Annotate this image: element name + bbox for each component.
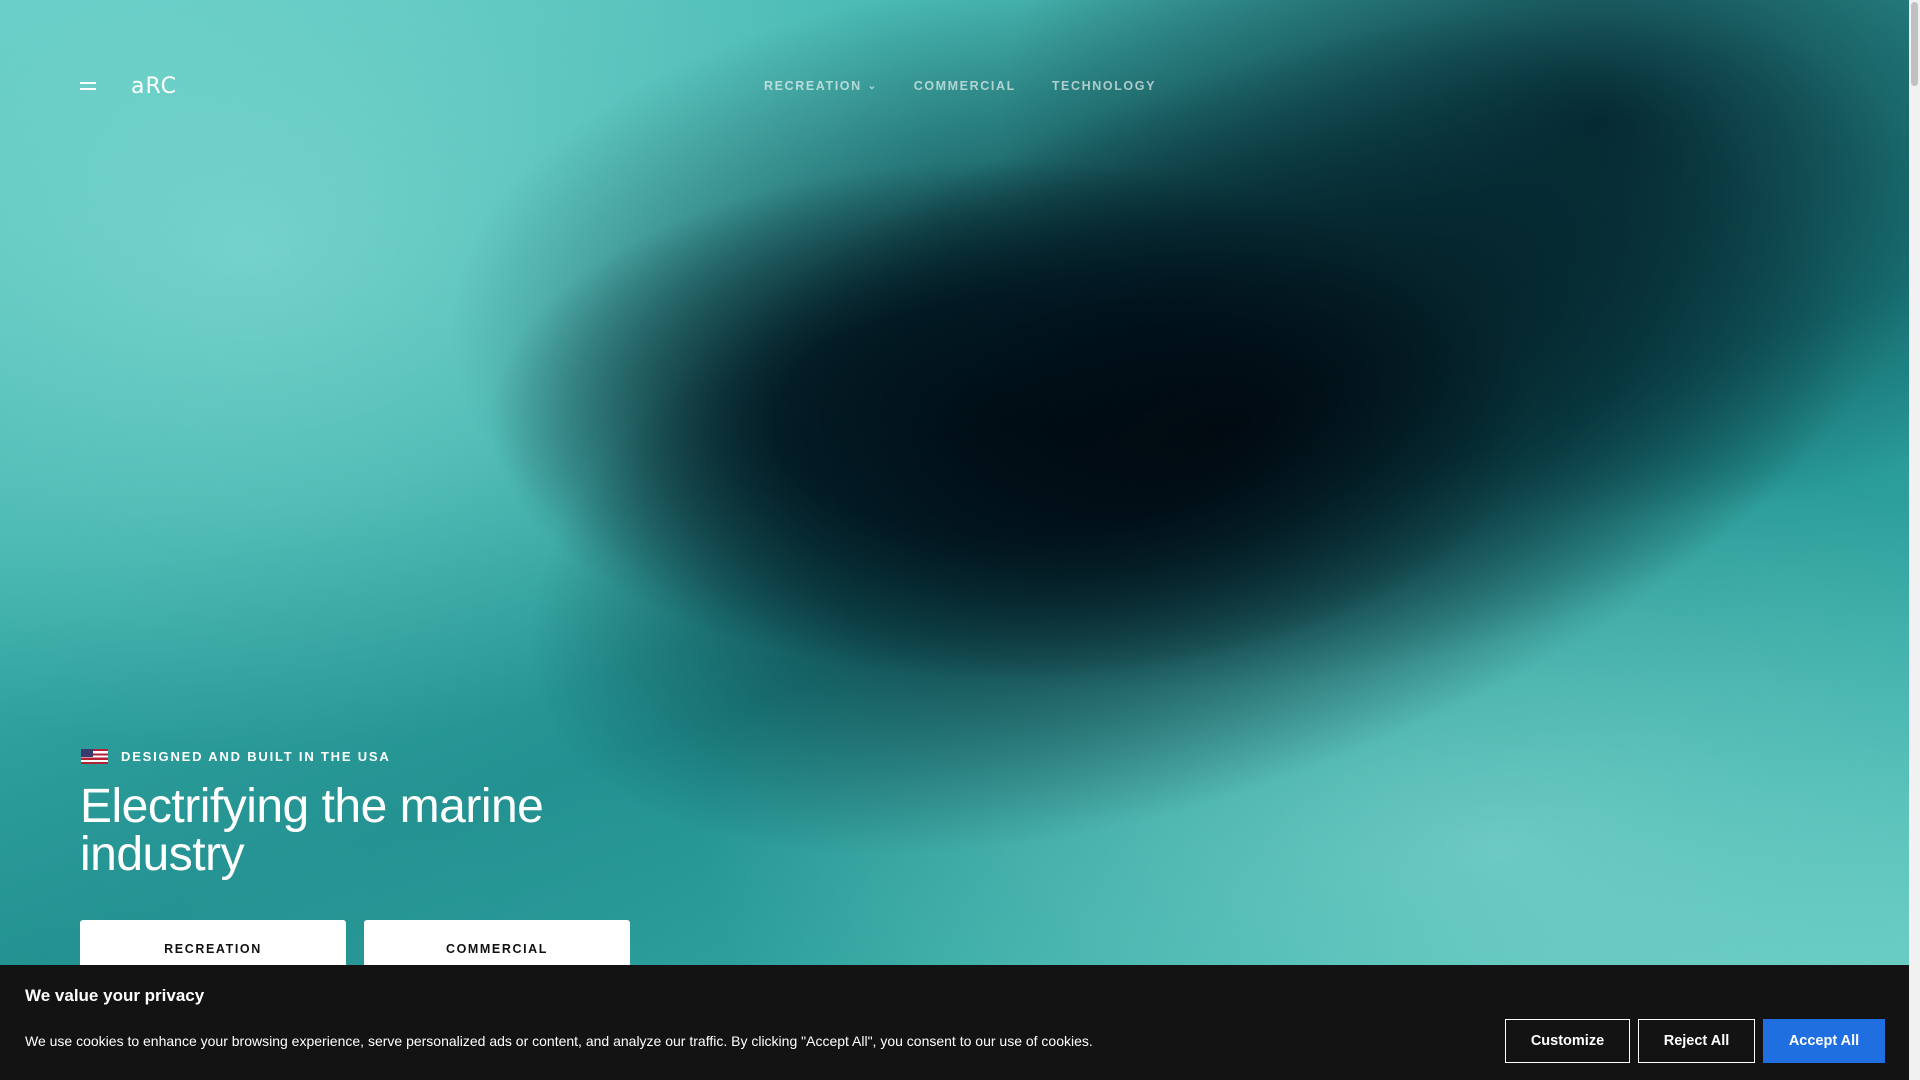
customize-button[interactable]: Customize — [1505, 1019, 1630, 1063]
accept-all-button[interactable]: Accept All — [1763, 1019, 1885, 1063]
hamburger-icon[interactable] — [80, 80, 96, 92]
nav-item-label: RECREATION — [764, 79, 862, 93]
nav-item-recreation[interactable]: RECREATION ⌄ — [764, 79, 878, 93]
nav-item-commercial[interactable]: COMMERCIAL — [914, 79, 1016, 93]
main-nav: RECREATION ⌄ COMMERCIAL TECHNOLOGY — [764, 79, 1156, 93]
reject-all-button[interactable]: Reject All — [1638, 1019, 1755, 1063]
cookie-banner: We value your privacy We use cookies to … — [0, 965, 1909, 1080]
nav-item-technology[interactable]: TECHNOLOGY — [1052, 79, 1156, 93]
nav-item-label: TECHNOLOGY — [1051, 79, 1157, 93]
scrollbar-thumb[interactable] — [1911, 2, 1918, 86]
scrollbar[interactable] — [1909, 0, 1920, 1080]
site-header: aRC RECREATION ⌄ COMMERCIAL TECHNOLOGY — [0, 0, 1909, 175]
chevron-down-icon: ⌄ — [867, 80, 878, 92]
nav-item-label: COMMERCIAL — [913, 79, 1016, 93]
cookie-title: We value your privacy — [25, 986, 205, 1005]
cookie-text: We use cookies to enhance your browsing … — [25, 1033, 1093, 1049]
us-flag-icon — [81, 749, 108, 764]
logo[interactable]: aRC — [131, 74, 177, 99]
made-in-usa-eyebrow: DESIGNED AND BUILT IN THE USA — [81, 749, 391, 764]
hero-headline: Electrifying the marine industry — [80, 780, 544, 881]
eyebrow-label: DESIGNED AND BUILT IN THE USA — [121, 749, 391, 764]
